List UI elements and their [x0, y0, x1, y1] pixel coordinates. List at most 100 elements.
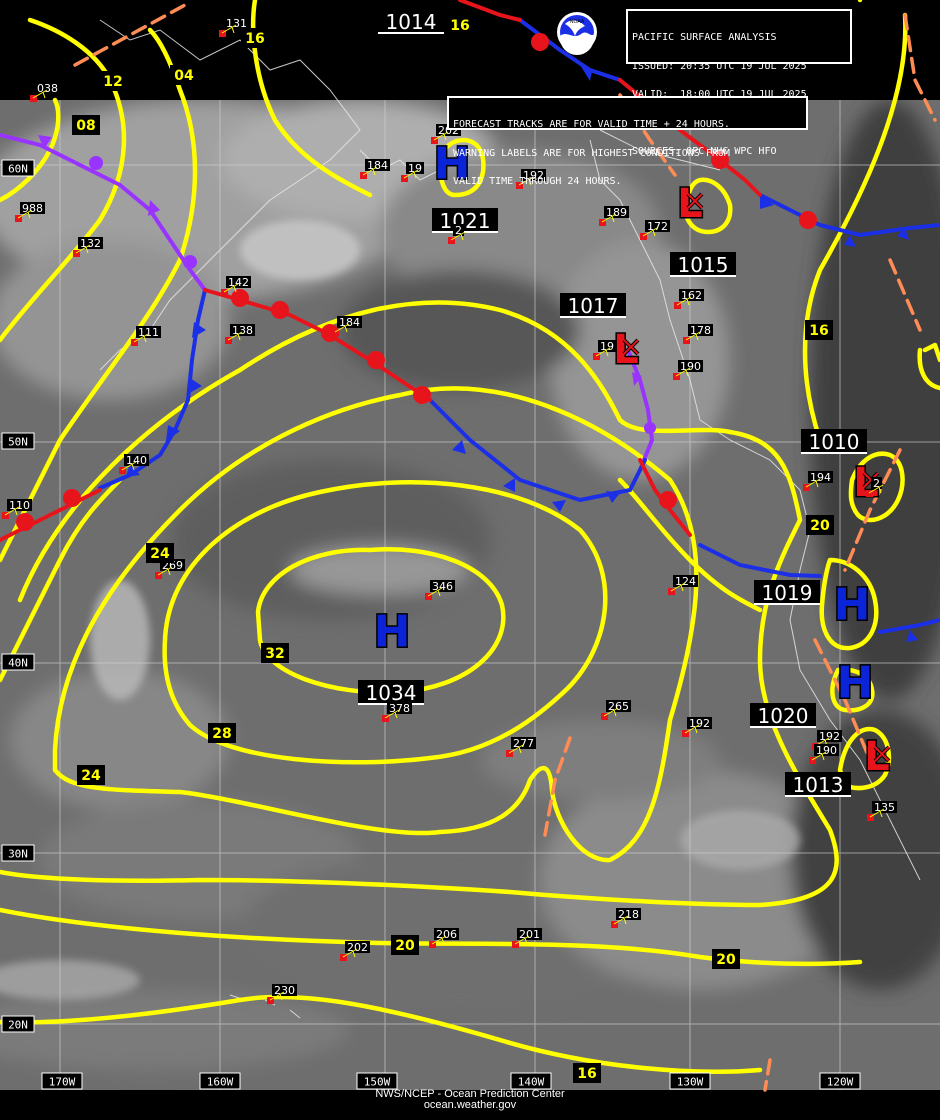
isobar-label: 16 [805, 320, 833, 340]
svg-text:160W: 160W [207, 1076, 234, 1089]
svg-text:192: 192 [689, 717, 710, 730]
latitude-label: 20N [1, 1015, 35, 1033]
noaa-logo: NOAA [557, 12, 597, 55]
isobar-label: 32 [261, 643, 289, 663]
svg-text:19: 19 [408, 162, 422, 175]
svg-text:189: 189 [606, 206, 627, 219]
svg-text:1010: 1010 [809, 430, 860, 454]
surface-analysis-map: H 1034 H 1021 H 1019 H 1020 L 1017 L 1015 L 1010 L 1013… [0, 0, 940, 1120]
isobar-label: 20 [391, 935, 419, 955]
svg-text:H: H [837, 658, 874, 709]
latitude-label: 50N [1, 432, 35, 450]
high-pressure-symbol: H [832, 578, 872, 632]
svg-text:1013: 1013 [793, 773, 844, 797]
isobar-label: 24 [77, 765, 105, 785]
isobar-label: 24 [146, 543, 174, 563]
forecast-note-line: VALID TIME THROUGH 24 HOURS. [453, 176, 622, 187]
low-pressure-value: 1014 [378, 9, 444, 34]
latitude-label: 30N [1, 844, 35, 862]
svg-text:346: 346 [432, 580, 453, 593]
svg-text:19: 19 [600, 340, 614, 353]
svg-text:28: 28 [212, 726, 231, 742]
svg-text:206: 206 [436, 928, 457, 941]
low-pressure-symbol: L [612, 326, 641, 375]
low-pressure-value: 1013 [785, 772, 851, 797]
svg-text:16: 16 [577, 1066, 596, 1082]
isobar-label: 12 [99, 71, 127, 91]
svg-text:111: 111 [138, 326, 159, 339]
svg-text:162: 162 [681, 289, 702, 302]
svg-text:184: 184 [339, 316, 360, 329]
svg-text:142: 142 [228, 276, 249, 289]
forecast-note-box: FORECAST TRACKS ARE FOR VALID TIME + 24 … [447, 96, 808, 186]
svg-text:24: 24 [150, 546, 170, 562]
svg-text:178: 178 [690, 324, 711, 337]
svg-text:1014: 1014 [386, 10, 437, 34]
svg-text:132: 132 [80, 237, 101, 250]
svg-text:30N: 30N [8, 848, 28, 861]
footer-website[interactable]: ocean.weather.gov [0, 1100, 940, 1111]
svg-text:378: 378 [389, 702, 410, 715]
svg-text:120W: 120W [827, 1076, 854, 1089]
svg-text:172: 172 [647, 220, 668, 233]
svg-text:24: 24 [81, 768, 101, 784]
svg-text:H: H [374, 607, 411, 658]
svg-text:201: 201 [519, 928, 540, 941]
isobar-label: 20 [712, 949, 740, 969]
svg-text:H: H [834, 580, 871, 631]
header-line: ISSUED: 20:35 UTC 19 JUL 2025 [632, 60, 807, 72]
svg-text:20N: 20N [8, 1019, 28, 1032]
low-pressure-value: 1015 [670, 252, 736, 277]
svg-text:110: 110 [9, 499, 30, 512]
svg-text:190: 190 [816, 744, 837, 757]
svg-text:1019: 1019 [762, 581, 813, 605]
svg-text:230: 230 [274, 984, 295, 997]
svg-text:60N: 60N [8, 163, 28, 176]
high-pressure-value: 1020 [750, 703, 816, 728]
svg-text:1015: 1015 [678, 253, 729, 277]
low-pressure-value: 1017 [560, 293, 626, 318]
svg-text:150W: 150W [364, 1076, 391, 1089]
svg-text:190: 190 [680, 360, 701, 373]
svg-text:12: 12 [103, 74, 122, 90]
longitude-label: 160W [199, 1072, 241, 1090]
isobar-label: 08 [72, 115, 100, 135]
header-line: PACIFIC SURFACE ANALYSIS [632, 32, 777, 43]
svg-text:170W: 170W [49, 1076, 76, 1089]
isobar-label: 28 [208, 723, 236, 743]
noaa-logo-text: NOAA [570, 19, 585, 25]
high-pressure-symbol: H [372, 605, 412, 659]
svg-text:1017: 1017 [568, 294, 619, 318]
svg-text:20: 20 [395, 938, 415, 954]
high-pressure-value: 1021 [432, 208, 498, 233]
svg-text:184: 184 [367, 159, 388, 172]
svg-text:140: 140 [126, 454, 147, 467]
svg-text:194: 194 [810, 471, 831, 484]
svg-text:130W: 130W [677, 1076, 704, 1089]
svg-text:988: 988 [22, 202, 43, 215]
svg-text:04: 04 [174, 68, 194, 84]
svg-text:202: 202 [347, 941, 368, 954]
isobar-label: 16 [241, 28, 269, 48]
isobar-label: 20 [806, 515, 834, 535]
svg-text:20: 20 [810, 518, 830, 534]
longitude-label: 150W [356, 1072, 398, 1090]
analysis-header-box: PACIFIC SURFACE ANALYSIS ISSUED: 20:35 U… [626, 9, 852, 156]
longitude-label: 140W [510, 1072, 552, 1090]
svg-text:08: 08 [76, 118, 95, 134]
longitude-label: 130W [669, 1072, 711, 1090]
isobar-label: 16 [446, 15, 474, 35]
low-pressure-value: 1010 [801, 429, 867, 454]
low-pressure-symbol: L [863, 733, 892, 782]
svg-text:40N: 40N [8, 657, 28, 670]
longitude-label: 170W [41, 1072, 83, 1090]
svg-text:277: 277 [513, 737, 534, 750]
latitude-label: 60N [1, 159, 35, 177]
svg-text:16: 16 [245, 31, 264, 47]
isobar-label: 16 [573, 1063, 601, 1083]
svg-text:1020: 1020 [758, 704, 809, 728]
svg-text:135: 135 [874, 801, 895, 814]
longitude-label: 120W [819, 1072, 861, 1090]
high-pressure-symbol: H [835, 656, 875, 710]
svg-text:124: 124 [675, 575, 696, 588]
